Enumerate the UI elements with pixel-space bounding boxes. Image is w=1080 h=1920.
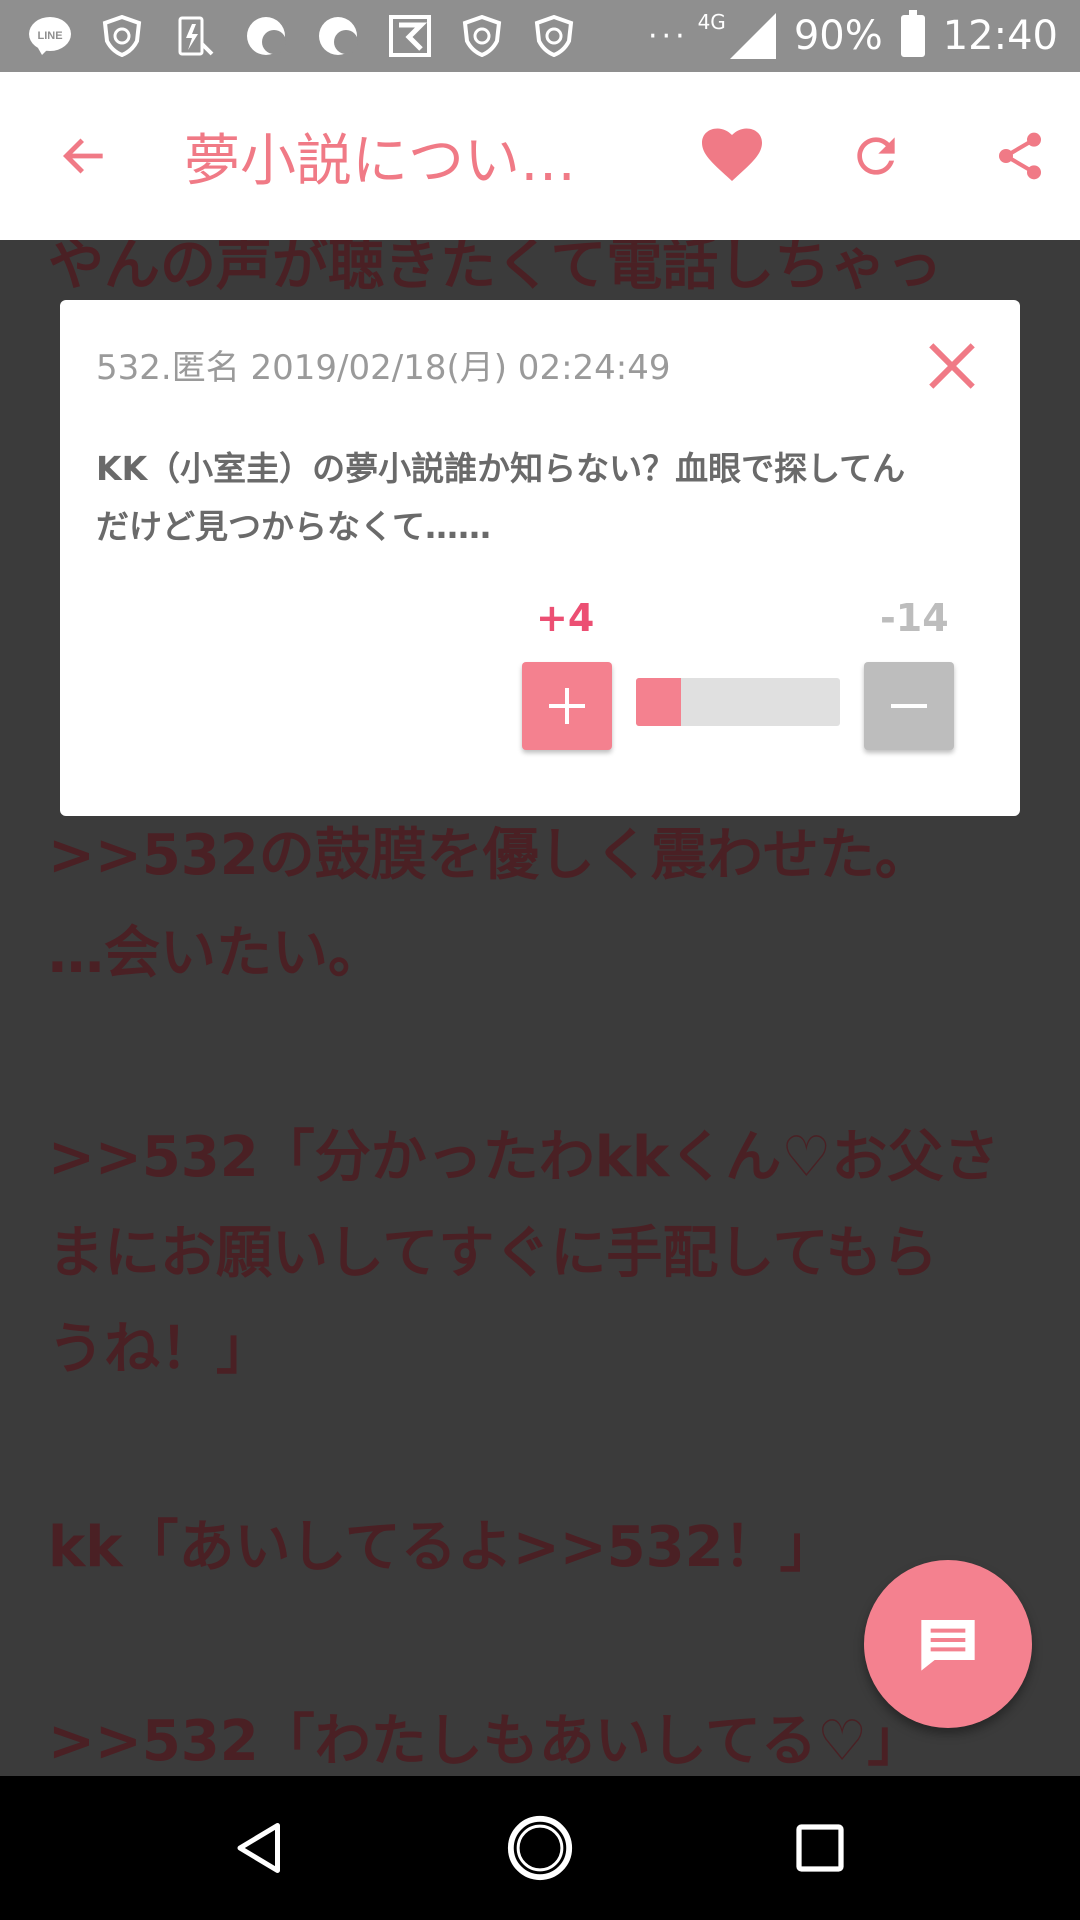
heart-icon — [702, 128, 762, 181]
battery-saver-icon — [172, 14, 216, 58]
battery-percent: 90% — [793, 13, 883, 59]
refresh-icon — [857, 137, 895, 175]
arrow-left-icon — [63, 138, 103, 174]
signal-icon — [729, 13, 776, 59]
app-icon — [388, 14, 432, 58]
vote-ratio-fill — [636, 678, 681, 726]
moon-app-icon — [244, 14, 288, 58]
thread-text-line: まにお願いしてすぐに手配してもら — [48, 1221, 938, 1286]
back-button[interactable] — [24, 96, 144, 216]
moon-app-icon — [316, 14, 360, 58]
refresh-button[interactable] — [816, 96, 936, 216]
close-icon — [929, 343, 975, 389]
triangle-back-icon — [237, 1823, 280, 1873]
square-recents-icon — [796, 1824, 844, 1872]
minus-icon — [891, 704, 927, 708]
comment-dialog: 532.匿名 2019/02/18(月) 02:24:49 KK（小室圭）の夢小… — [60, 300, 1020, 816]
yahoo-shield-icon — [100, 14, 144, 58]
yahoo-shield-icon — [532, 14, 576, 58]
yahoo-shield-icon — [460, 14, 504, 58]
close-button[interactable] — [924, 338, 980, 394]
line-icon: LINE — [28, 14, 72, 58]
comment-fab-button[interactable] — [864, 1560, 1032, 1728]
nav-back-button[interactable] — [215, 1803, 305, 1893]
page-title: 夢小説につい… — [184, 128, 576, 194]
navigation-bar — [0, 1776, 1080, 1920]
thread-text-line: kk「あいしてるよ>>532！」 — [48, 1515, 836, 1580]
thread-text-line: >>532「わたしもあいしてる♡」 — [48, 1709, 924, 1774]
share-button[interactable] — [960, 96, 1080, 216]
share-icon — [999, 132, 1041, 180]
thread-text-line: …会いたい。 — [48, 921, 384, 986]
clock: 12:40 — [942, 13, 1058, 59]
comment-body-line: KK（小室圭）の夢小説誰か知らない？血眼で探してん — [96, 449, 906, 488]
comment-body-line: だけど見つからなくて…… — [96, 507, 492, 546]
vote-ratio-bar — [636, 678, 840, 726]
minus-vote-count: -14 — [880, 596, 949, 640]
minus-vote-button[interactable] — [864, 662, 954, 750]
thread-text-line: >>532「分かったわkkくん♡お父さ — [48, 1125, 1000, 1190]
thread-text-line: うね！」 — [48, 1317, 272, 1382]
nav-home-button[interactable] — [495, 1803, 585, 1893]
thread-text-line: >>532の鼓膜を優しく震わせた。 — [48, 823, 931, 888]
network-type: 4G — [697, 10, 726, 34]
plus-vote-button[interactable] — [522, 662, 612, 750]
thread-text-line: やんの声が聴きたくて電話しちゃっ — [48, 240, 943, 298]
comment-icon — [921, 1620, 975, 1671]
svg-text:LINE: LINE — [37, 30, 62, 42]
nav-recents-button[interactable] — [775, 1803, 865, 1893]
status-bar: LINE ··· 4G 90% 12:40 — [0, 0, 1080, 72]
favorite-button[interactable] — [672, 96, 792, 216]
plus-vote-count: +4 — [536, 596, 595, 640]
comment-body: KK（小室圭）の夢小説誰か知らない？血眼で探してん だけど見つからなくて…… — [96, 440, 976, 556]
app-bar: 夢小説につい… — [0, 72, 1080, 240]
comment-meta: 532.匿名 2019/02/18(月) 02:24:49 — [96, 348, 671, 388]
more-notifications-indicator: ··· — [648, 18, 689, 54]
battery-icon — [900, 10, 925, 57]
plus-icon — [549, 688, 585, 724]
circle-home-icon — [507, 1815, 573, 1881]
